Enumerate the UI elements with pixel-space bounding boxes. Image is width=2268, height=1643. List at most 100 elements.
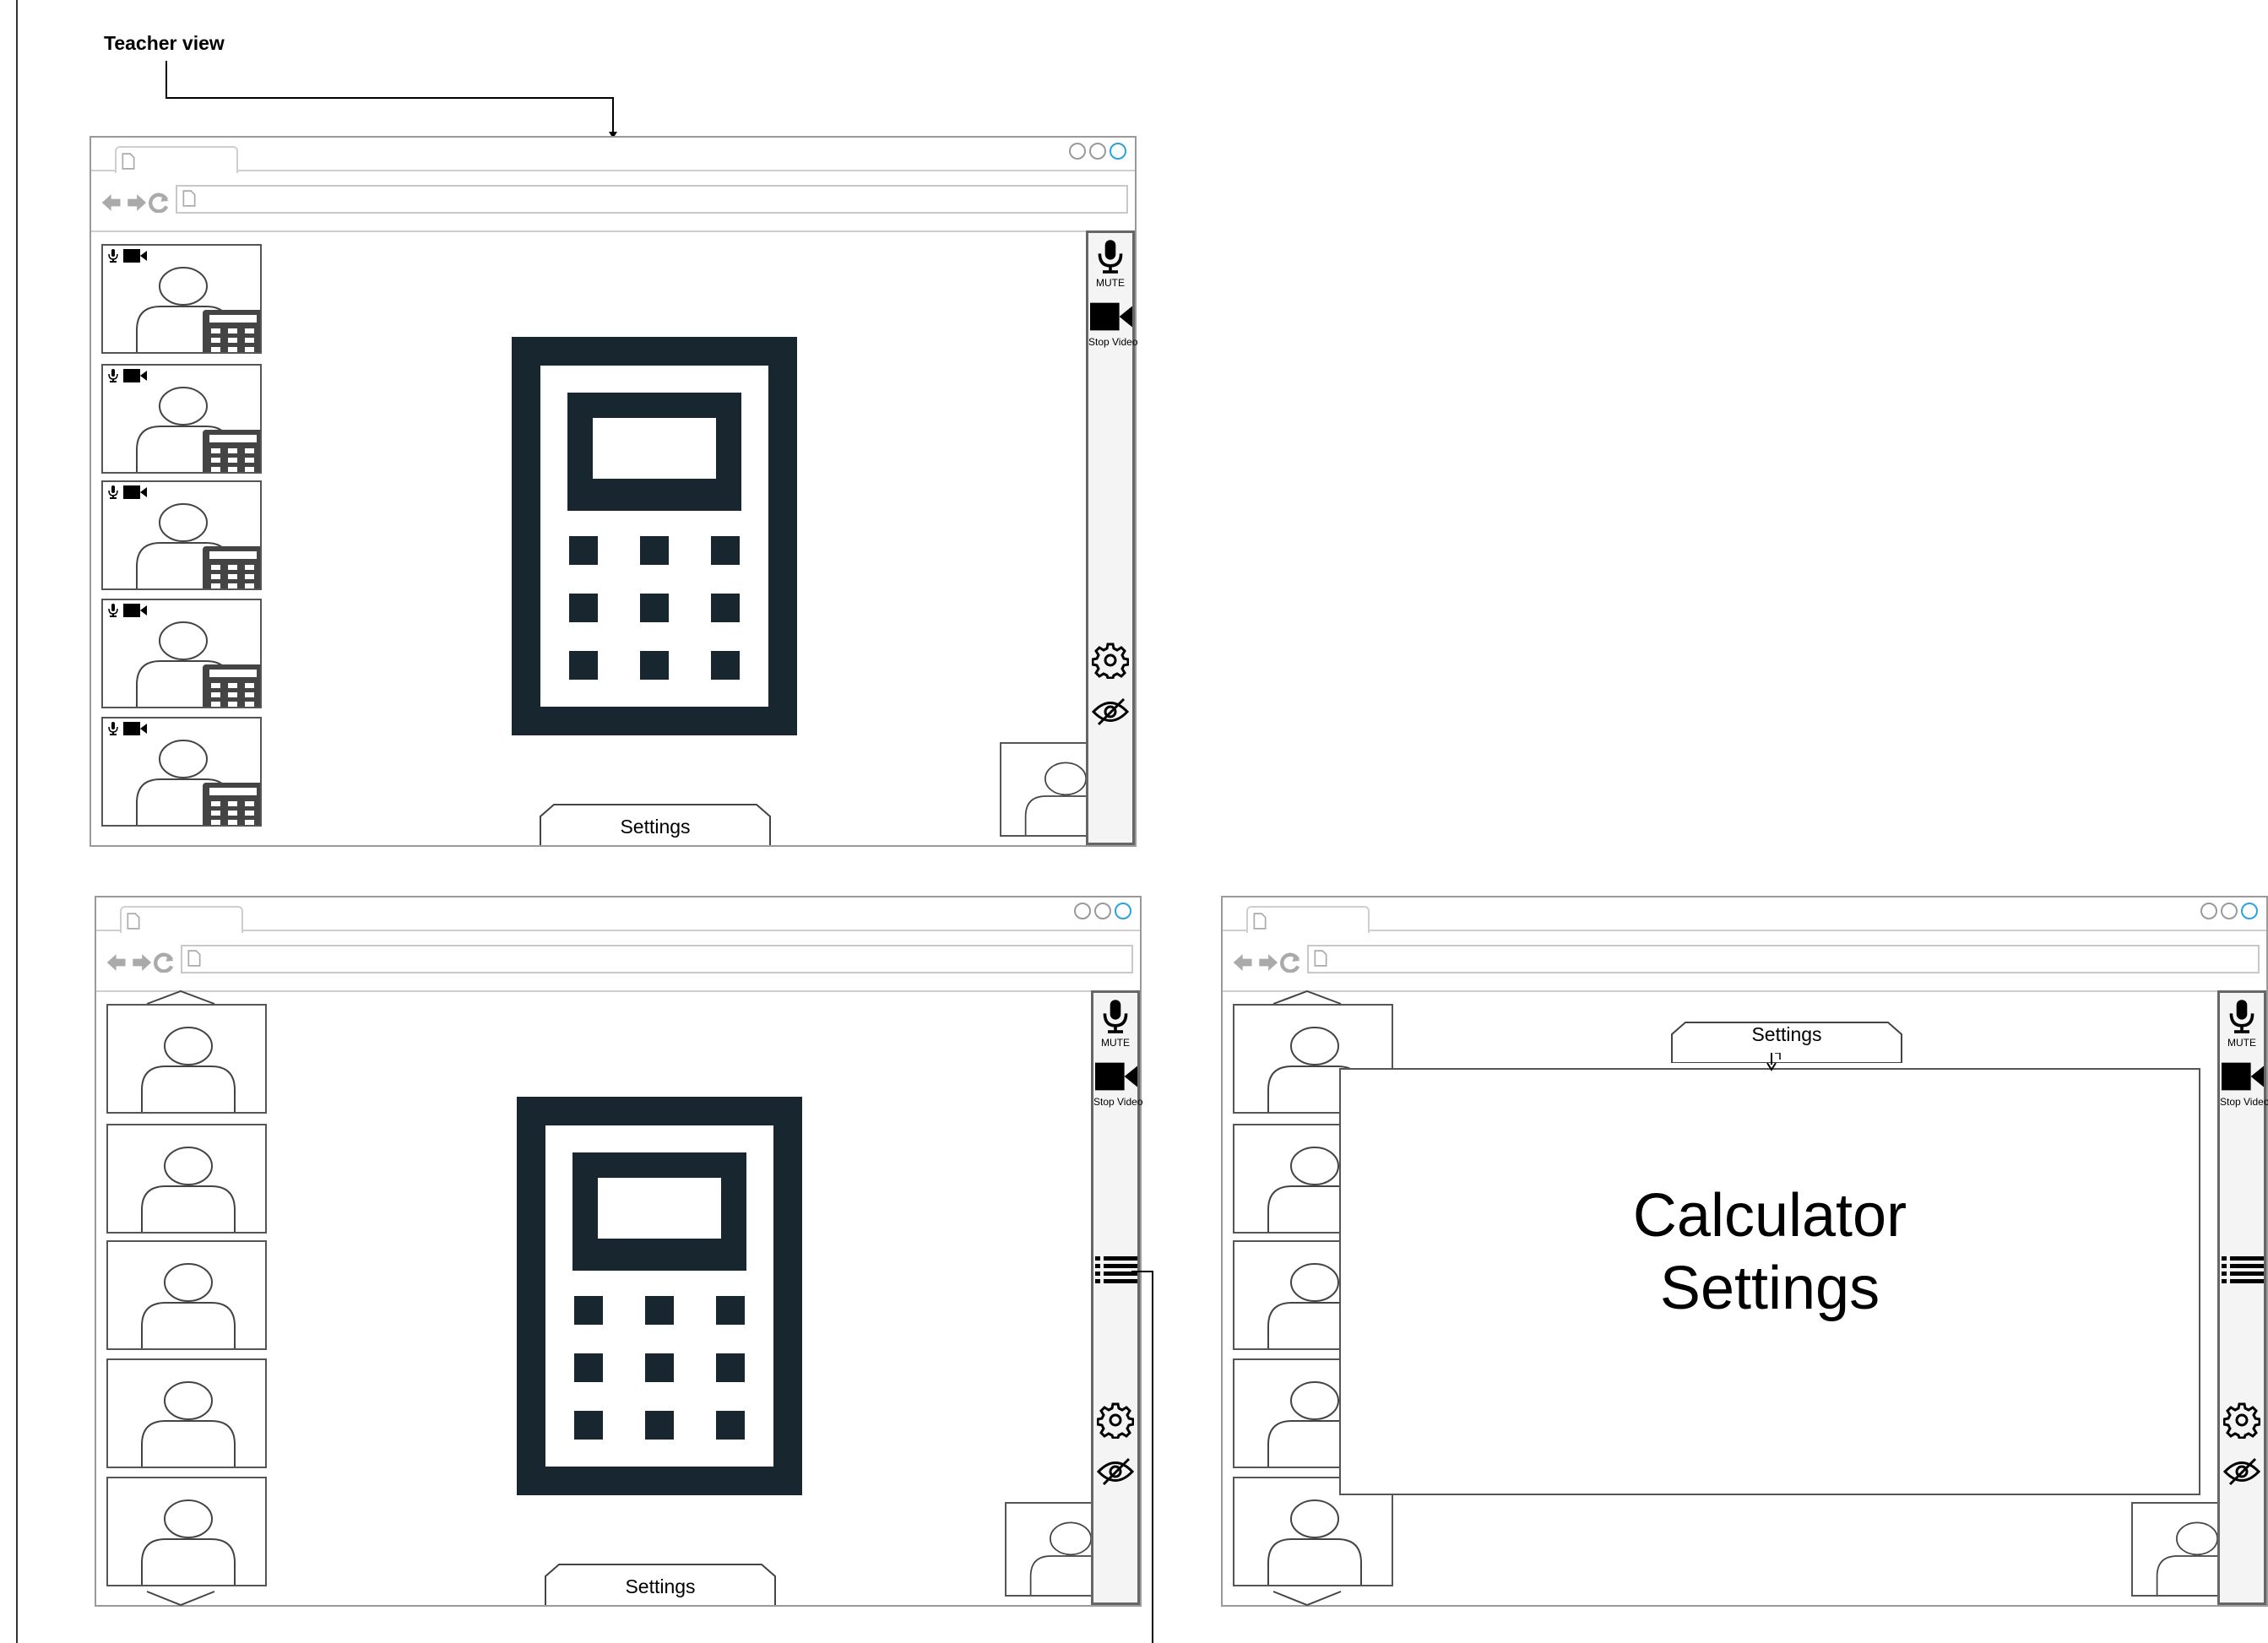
participant-tile[interactable]: [101, 364, 262, 474]
eye-slash-icon[interactable]: [2223, 1457, 2260, 1486]
microphone-icon[interactable]: [2227, 1000, 2257, 1033]
gear-icon[interactable]: [1092, 642, 1129, 679]
meeting-viewport: Settings Calculator Settings MUTE Stop V…: [1223, 990, 2268, 1607]
document-icon: [182, 190, 196, 207]
maximize-button[interactable]: [1094, 903, 1111, 919]
scroll-down-icon[interactable]: [1272, 1590, 1343, 1607]
gear-icon[interactable]: [2223, 1402, 2260, 1439]
participant-tile[interactable]: [106, 1124, 267, 1234]
participant-tile[interactable]: [101, 717, 262, 827]
calculator-settings-title-line2: Settings: [1659, 1255, 1880, 1322]
calculator-icon: [203, 546, 262, 590]
stop-video-label: Stop Video: [1088, 336, 1138, 348]
connector-arrow: [165, 61, 617, 138]
person-silhouette-icon: [108, 1242, 267, 1350]
participant-tile[interactable]: [101, 244, 262, 354]
participant-tile[interactable]: [101, 480, 262, 590]
person-silhouette-icon: [108, 1006, 267, 1114]
video-camera-icon[interactable]: [1095, 1062, 1137, 1091]
back-forward-refresh-icons[interactable]: [105, 952, 176, 973]
participant-tile[interactable]: [106, 1358, 267, 1468]
panel-arrow: [1766, 1053, 1781, 1071]
microphone-icon: [108, 722, 118, 735]
video-camera-icon: [123, 249, 147, 263]
stop-video-label: Stop Video: [2220, 1096, 2268, 1108]
microphone-icon: [108, 485, 118, 499]
calculator-settings-title: Calculator Settings: [1341, 1179, 2199, 1325]
navigation-row: [96, 930, 1140, 992]
gear-icon[interactable]: [1097, 1402, 1134, 1439]
navigation-row: [1223, 930, 2266, 992]
close-button[interactable]: [1115, 903, 1131, 919]
settings-tab-button[interactable]: Settings: [1670, 1021, 1903, 1063]
mute-label: MUTE: [1101, 1037, 1130, 1049]
address-bar[interactable]: [1307, 945, 2260, 973]
settings-tab-label: Settings: [1751, 1023, 1822, 1045]
address-bar[interactable]: [176, 185, 1128, 214]
mute-label: MUTE: [1096, 277, 1125, 289]
eye-slash-icon[interactable]: [1092, 697, 1129, 726]
document-icon: [122, 153, 135, 170]
calculator-icon: [203, 310, 262, 354]
maximize-button[interactable]: [2221, 903, 2238, 919]
eye-slash-icon[interactable]: [1097, 1457, 1134, 1486]
navigation-row: [91, 170, 1135, 232]
microphone-icon[interactable]: [1100, 1000, 1131, 1033]
calculator-icon: [203, 430, 262, 474]
control-sidebar: MUTE Stop Video: [2217, 990, 2268, 1605]
video-camera-icon: [123, 604, 147, 617]
microphone-icon: [108, 604, 118, 617]
participant-tile[interactable]: [101, 599, 262, 708]
close-button[interactable]: [2241, 903, 2258, 919]
settings-tab-label: Settings: [625, 1575, 696, 1597]
participant-tile[interactable]: [106, 1004, 267, 1114]
mute-label: MUTE: [2227, 1037, 2256, 1049]
back-forward-refresh-icons[interactable]: [1231, 952, 1302, 973]
settings-tab-label: Settings: [620, 816, 691, 838]
scroll-down-icon[interactable]: [145, 1590, 216, 1607]
meeting-viewport: Settings MUTE Stop Video: [91, 230, 1138, 845]
calculator-icon: [203, 664, 262, 708]
video-camera-icon[interactable]: [1090, 302, 1132, 331]
microphone-icon: [108, 249, 118, 263]
calculator-icon: [512, 337, 797, 735]
minimize-button[interactable]: [2200, 903, 2217, 919]
video-camera-icon: [123, 369, 147, 382]
list-icon[interactable]: [2222, 1256, 2264, 1283]
calculator-settings-title-line1: Calculator: [1632, 1182, 1907, 1250]
tab-bar: [96, 897, 1140, 933]
calculator-icon: [203, 783, 262, 827]
address-bar[interactable]: [181, 945, 1133, 973]
person-silhouette-icon: [108, 1478, 267, 1586]
meeting-viewport: Settings MUTE Stop Video: [96, 990, 1143, 1607]
document-icon: [127, 913, 140, 930]
stop-video-label: Stop Video: [1093, 1096, 1143, 1108]
person-silhouette-icon: [108, 1360, 267, 1468]
list-connector-line: [1131, 1271, 1153, 1643]
settings-tab-button[interactable]: Settings: [544, 1563, 777, 1605]
video-camera-icon[interactable]: [2222, 1062, 2264, 1091]
teacher-view-label: Teacher view: [104, 32, 225, 54]
control-sidebar: MUTE Stop Video: [1086, 230, 1138, 845]
participant-tile[interactable]: [106, 1240, 267, 1350]
video-camera-icon: [123, 722, 147, 735]
maximize-button[interactable]: [1089, 143, 1106, 160]
tab-bar: [91, 138, 1135, 173]
document-icon: [187, 950, 201, 967]
minimize-button[interactable]: [1074, 903, 1091, 919]
tab-bar: [1223, 897, 2266, 933]
close-button[interactable]: [1110, 143, 1126, 160]
person-silhouette-icon: [108, 1125, 267, 1234]
settings-tab-button[interactable]: Settings: [539, 803, 772, 845]
browser-window-top: Settings MUTE Stop Video: [90, 136, 1138, 847]
back-forward-refresh-icons[interactable]: [100, 192, 171, 213]
document-icon: [1314, 950, 1327, 967]
calculator-settings-panel: Calculator Settings: [1339, 1053, 2200, 1495]
page-divider-line: [16, 0, 18, 1643]
browser-window-bottom-right: Settings Calculator Settings MUTE Stop V…: [1221, 896, 2268, 1607]
participant-tile[interactable]: [106, 1477, 267, 1586]
browser-window-bottom-left: Settings MUTE Stop Video: [95, 896, 1143, 1607]
minimize-button[interactable]: [1069, 143, 1086, 160]
microphone-icon[interactable]: [1095, 240, 1126, 274]
calculator-icon: [517, 1097, 802, 1495]
